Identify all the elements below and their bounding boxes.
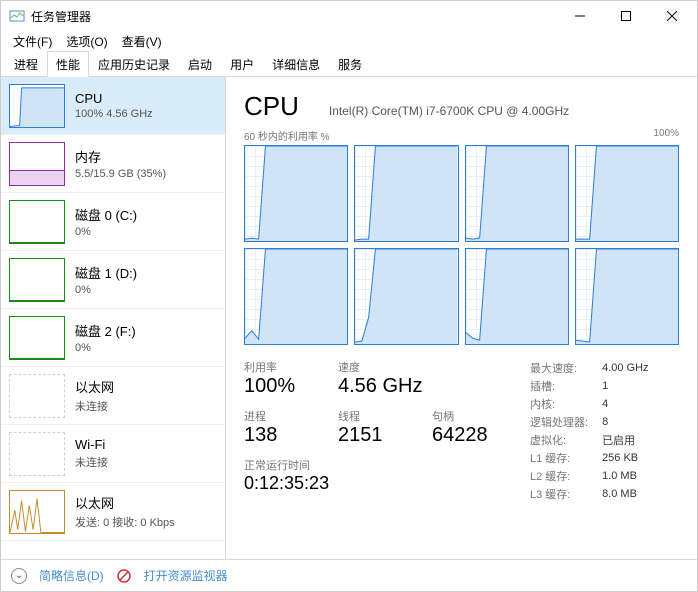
- window-title: 任务管理器: [31, 8, 557, 25]
- tab-startup[interactable]: 启动: [179, 51, 221, 77]
- graph-label-right: 100%: [653, 128, 679, 143]
- core-graph-1: [354, 145, 458, 242]
- sidebar-title: 磁盘 1 (D:): [75, 263, 137, 282]
- uptime-label: 正常运行时间: [244, 457, 500, 473]
- sidebar-title: 以太网: [75, 493, 175, 512]
- util-label: 利用率: [244, 359, 312, 375]
- sidebar-sub: 0%: [75, 342, 136, 354]
- sidebar-item-disk1[interactable]: 磁盘 1 (D:) 0%: [1, 251, 225, 309]
- core-graph-4: [244, 248, 348, 345]
- proc-label: 进程: [244, 408, 312, 424]
- minimize-button[interactable]: [557, 1, 603, 31]
- sidebar-sub: 0%: [75, 284, 137, 296]
- tab-processes[interactable]: 进程: [5, 51, 47, 77]
- sidebar-sub: 5.5/15.9 GB (35%): [75, 168, 166, 180]
- sidebar-title: 磁盘 2 (F:): [75, 321, 136, 340]
- core-graph-7: [575, 248, 679, 345]
- cpu-specs-table: 最大速度:4.00 GHz 插槽:1 内核:4 逻辑处理器:8 虚拟化:已启用 …: [530, 359, 663, 503]
- app-icon: [9, 8, 25, 24]
- sidebar-item-wifi[interactable]: Wi-Fi 未连接: [1, 425, 225, 483]
- sidebar-sub: 0%: [75, 226, 137, 238]
- performance-sidebar[interactable]: CPU 100% 4.56 GHz 内存 5.5/15.9 GB (35%) 磁盘 0 …: [1, 77, 226, 559]
- core-graph-5: [354, 248, 458, 345]
- sidebar-title: 以太网: [75, 377, 114, 396]
- sidebar-item-eth0[interactable]: 以太网未连接: [1, 367, 225, 425]
- disk0-thumb: [9, 200, 65, 244]
- sidebar-title: Wi-Fi: [75, 437, 108, 452]
- sidebar-title: CPU: [75, 91, 153, 106]
- core-graph-3: [575, 145, 679, 242]
- graph-label-left: 60 秒内的利用率 %: [244, 128, 330, 143]
- hnd-value: 64228: [432, 424, 500, 447]
- thr-value: 2151: [338, 424, 406, 447]
- menu-file[interactable]: 文件(F): [7, 31, 58, 52]
- sidebar-item-disk2[interactable]: 磁盘 2 (F:) 0%: [1, 309, 225, 367]
- cpu-thumb: [9, 84, 65, 128]
- eth0-thumb: [9, 374, 65, 418]
- speed-value: 4.56 GHz: [338, 375, 422, 398]
- tab-users[interactable]: 用户: [221, 51, 263, 77]
- memory-thumb: [9, 142, 65, 186]
- disk1-thumb: [9, 258, 65, 302]
- cpu-model: Intel(R) Core(TM) i7-6700K CPU @ 4.00GHz: [329, 104, 569, 118]
- cpu-core-graphs: [244, 145, 679, 345]
- speed-label: 速度: [338, 359, 422, 375]
- open-resmon-link[interactable]: 打开资源监视器: [144, 567, 228, 584]
- fewer-details-link[interactable]: 简略信息(D): [39, 567, 104, 584]
- sidebar-sub: 未连接: [75, 398, 114, 414]
- sidebar-title: 磁盘 0 (C:): [75, 205, 137, 224]
- core-graph-2: [465, 145, 569, 242]
- tab-app-history[interactable]: 应用历史记录: [89, 51, 179, 77]
- disk2-thumb: [9, 316, 65, 360]
- maximize-button[interactable]: [603, 1, 649, 31]
- sidebar-title: 内存: [75, 147, 166, 166]
- sidebar-sub: 发送: 0 接收: 0 Kbps: [75, 514, 175, 530]
- chevron-down-icon[interactable]: ⌄: [11, 568, 27, 584]
- sidebar-item-disk0[interactable]: 磁盘 0 (C:) 0%: [1, 193, 225, 251]
- hnd-label: 句柄: [432, 408, 500, 424]
- wifi-thumb: [9, 432, 65, 476]
- close-button[interactable]: [649, 1, 695, 31]
- tab-performance[interactable]: 性能: [47, 51, 89, 77]
- sidebar-item-eth1[interactable]: 以太网发送: 0 接收: 0 Kbps: [1, 483, 225, 541]
- sidebar-sub: 未连接: [75, 454, 108, 470]
- sidebar-sub: 100% 4.56 GHz: [75, 108, 153, 120]
- eth1-thumb: [9, 490, 65, 534]
- menu-view[interactable]: 查看(V): [116, 31, 168, 52]
- tab-details[interactable]: 详细信息: [263, 51, 329, 77]
- menu-options[interactable]: 选项(O): [60, 31, 113, 52]
- thr-label: 线程: [338, 408, 406, 424]
- sidebar-item-cpu[interactable]: CPU 100% 4.56 GHz: [1, 77, 225, 135]
- resmon-icon: [116, 568, 132, 584]
- sidebar-item-memory[interactable]: 内存 5.5/15.9 GB (35%): [1, 135, 225, 193]
- proc-value: 138: [244, 424, 312, 447]
- core-graph-0: [244, 145, 348, 242]
- util-value: 100%: [244, 375, 312, 398]
- main-title: CPU: [244, 91, 299, 122]
- tab-services[interactable]: 服务: [329, 51, 371, 77]
- core-graph-6: [465, 248, 569, 345]
- uptime-value: 0:12:35:23: [244, 473, 500, 494]
